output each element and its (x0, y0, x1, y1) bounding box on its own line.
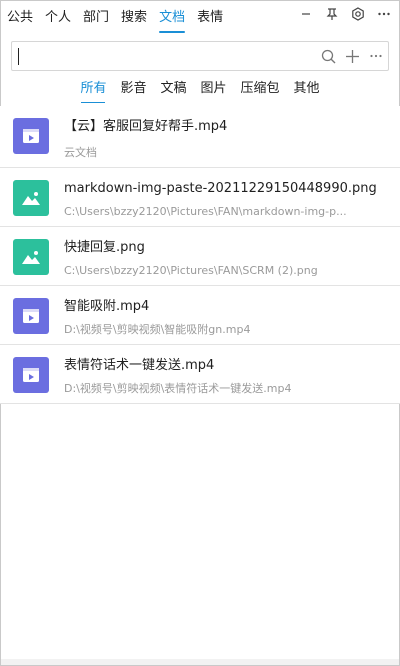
tab-search[interactable]: 搜索 (121, 9, 147, 31)
image-file-icon (13, 239, 49, 275)
add-icon[interactable] (344, 47, 360, 65)
list-item[interactable]: markdown-img-paste-20211229150448990.png… (0, 168, 400, 227)
file-name: 【云】客服回复好帮手.mp4 (64, 119, 228, 134)
window-controls (298, 6, 392, 22)
file-name: markdown-img-paste-20211229150448990.png (64, 181, 377, 196)
tab-public[interactable]: 公共 (7, 9, 33, 31)
search-box (11, 41, 389, 71)
search-icon[interactable] (320, 47, 336, 65)
filter-all[interactable]: 所有 (73, 80, 113, 103)
top-bar: 公共 个人 部门 搜索 文档 表情 (0, 0, 400, 36)
search-more-icon[interactable] (368, 47, 384, 65)
tab-department[interactable]: 部门 (83, 9, 109, 31)
list-item[interactable]: 表情符话术一键发送.mp4 D:\视频号\剪映视频\表情符话术一键发送.mp4 (0, 345, 400, 404)
bottom-strip (1, 659, 399, 665)
minimize-icon[interactable] (298, 6, 314, 22)
text-caret (18, 48, 19, 65)
search-input[interactable] (18, 45, 318, 67)
file-type-filters: 所有 影音 文稿 图片 压缩包 其他 (0, 80, 400, 104)
search-actions (320, 47, 384, 65)
file-path: C:\Users\bzzy2120\Pictures\FAN\SCRM (2).… (64, 264, 318, 277)
video-file-icon (13, 118, 49, 154)
file-path: C:\Users\bzzy2120\Pictures\FAN\markdown-… (64, 205, 347, 218)
filter-archives[interactable]: 压缩包 (234, 80, 287, 100)
file-path: 云文档 (64, 146, 97, 159)
tab-emoji[interactable]: 表情 (197, 9, 223, 31)
file-name: 快捷回复.png (64, 240, 145, 255)
video-file-icon (13, 357, 49, 393)
pin-icon[interactable] (324, 6, 340, 22)
tab-personal[interactable]: 个人 (45, 9, 71, 31)
filter-documents[interactable]: 文稿 (153, 80, 193, 100)
image-file-icon (13, 180, 49, 216)
filter-images[interactable]: 图片 (194, 80, 234, 100)
filter-media[interactable]: 影音 (113, 80, 153, 100)
file-path: D:\视频号\剪映视频\智能吸附gn.mp4 (64, 323, 251, 336)
settings-icon[interactable] (350, 6, 366, 22)
more-icon[interactable] (376, 6, 392, 22)
list-item[interactable]: 【云】客服回复好帮手.mp4 云文档 (0, 106, 400, 168)
file-path: D:\视频号\剪映视频\表情符话术一键发送.mp4 (64, 382, 292, 395)
video-file-icon (13, 298, 49, 334)
list-item[interactable]: 智能吸附.mp4 D:\视频号\剪映视频\智能吸附gn.mp4 (0, 286, 400, 345)
file-name: 表情符话术一键发送.mp4 (64, 358, 215, 373)
filter-other[interactable]: 其他 (287, 80, 327, 100)
top-tabs: 公共 个人 部门 搜索 文档 表情 (7, 9, 235, 33)
file-list: 【云】客服回复好帮手.mp4 云文档 markdown-img-paste-20… (0, 106, 400, 404)
list-item[interactable]: 快捷回复.png C:\Users\bzzy2120\Pictures\FAN\… (0, 227, 400, 286)
file-name: 智能吸附.mp4 (64, 299, 150, 314)
tab-documents[interactable]: 文档 (159, 9, 186, 33)
